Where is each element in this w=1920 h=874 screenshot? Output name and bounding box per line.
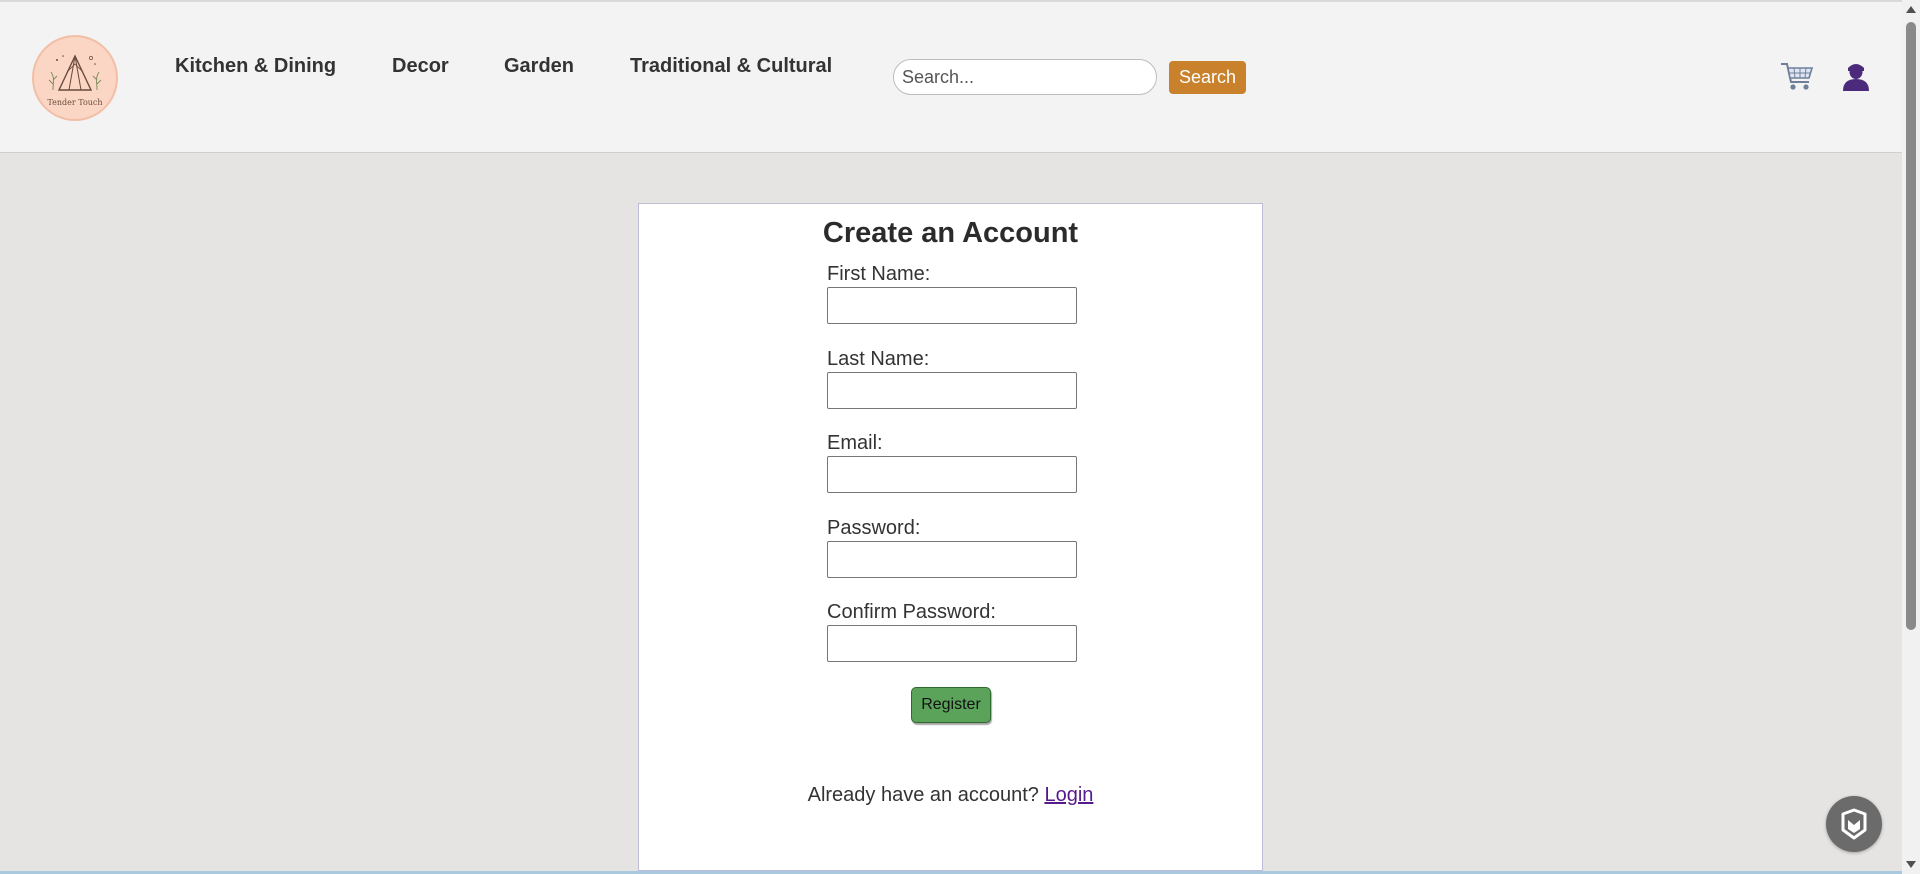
vertical-scrollbar[interactable] — [1902, 0, 1920, 874]
register-button[interactable]: Register — [911, 687, 991, 723]
email-field[interactable] — [827, 456, 1077, 493]
page: Tender Touch Kitchen & Dining Decor Gard… — [0, 0, 1920, 874]
password-label: Password: — [827, 517, 921, 539]
page-title: Create an Account — [822, 217, 1079, 249]
password-field[interactable] — [827, 541, 1077, 578]
logo-text: Tender Touch — [47, 97, 103, 107]
cart-icon[interactable] — [1780, 60, 1814, 92]
site-logo[interactable]: Tender Touch — [32, 35, 118, 121]
login-prompt-text: Already have an account? — [807, 784, 1039, 806]
confirm-password-field[interactable] — [827, 625, 1077, 662]
scroll-down-icon[interactable] — [1906, 861, 1916, 868]
scroll-thumb[interactable] — [1906, 22, 1916, 630]
nav-item-traditional-cultural[interactable]: Traditional & Cultural — [630, 55, 832, 78]
nav-item-decor[interactable]: Decor — [392, 55, 449, 78]
tent-logo-icon — [48, 53, 102, 91]
search-button[interactable]: Search — [1169, 61, 1246, 94]
scroll-up-icon[interactable] — [1906, 6, 1916, 13]
nav-item-kitchen-dining[interactable]: Kitchen & Dining — [175, 55, 336, 78]
last-name-field[interactable] — [827, 372, 1077, 409]
login-prompt: Already have an account? Login — [639, 784, 1262, 807]
confirm-password-label: Confirm Password: — [827, 601, 996, 623]
first-name-field[interactable] — [827, 287, 1077, 324]
login-link[interactable]: Login — [1044, 784, 1093, 806]
site-header: Tender Touch Kitchen & Dining Decor Gard… — [0, 0, 1902, 153]
user-icon[interactable] — [1841, 59, 1871, 91]
last-name-label: Last Name: — [827, 348, 930, 370]
chat-widget-icon — [1841, 808, 1867, 840]
first-name-label: First Name: — [827, 263, 931, 285]
nav-item-garden[interactable]: Garden — [504, 55, 574, 78]
search-input[interactable] — [893, 59, 1157, 95]
email-label: Email: — [827, 432, 883, 454]
register-form-card: Create an Account First Name: Last Name:… — [638, 203, 1263, 871]
chat-widget-button[interactable] — [1826, 796, 1882, 852]
